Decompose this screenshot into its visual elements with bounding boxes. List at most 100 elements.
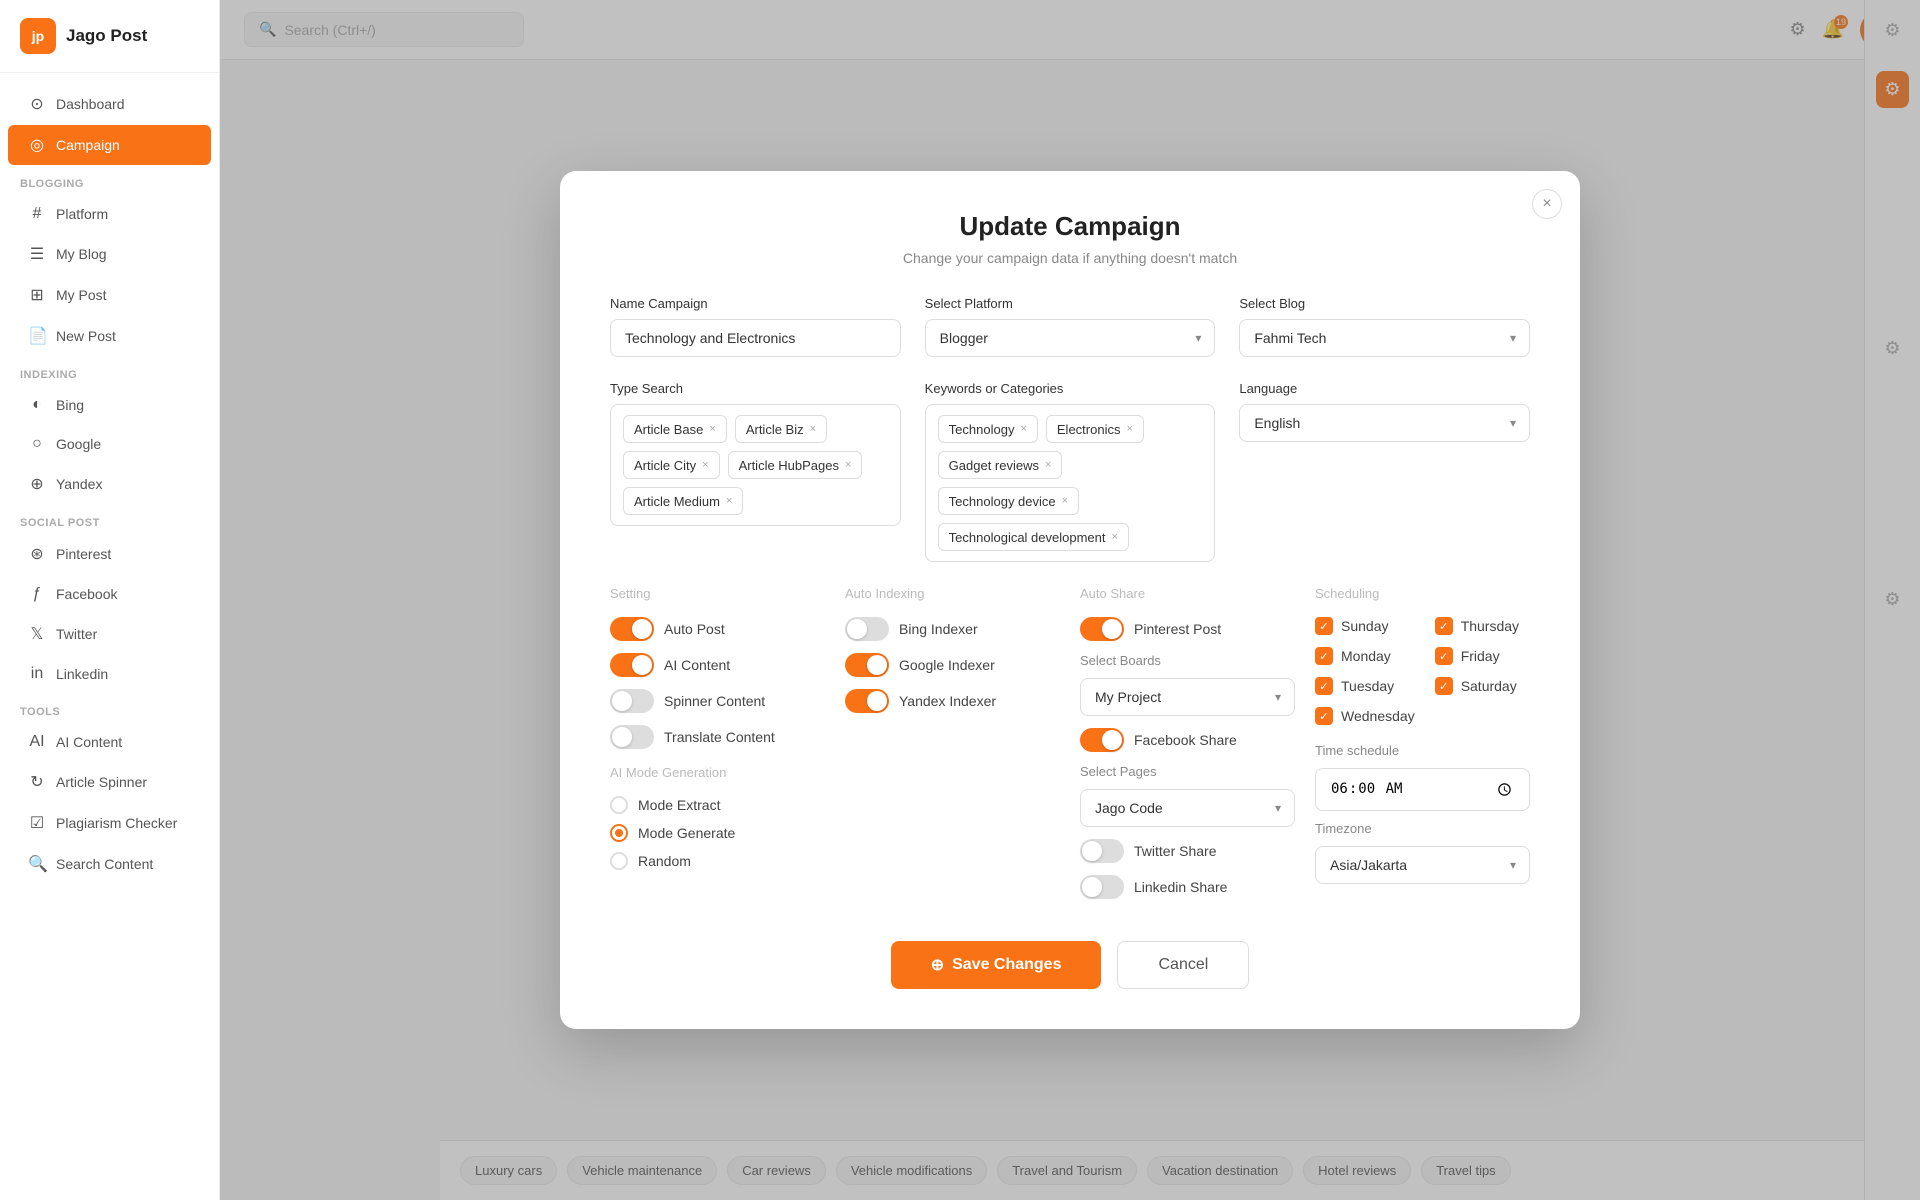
timezone-label: Timezone [1315, 821, 1530, 836]
sidebar-item-label: Dashboard [56, 96, 125, 112]
friday-label: Friday [1461, 648, 1500, 664]
tag-close-icon[interactable]: × [1045, 459, 1051, 471]
tag-technology: Technology× [938, 415, 1038, 443]
language-select[interactable]: English Indonesian [1239, 404, 1530, 442]
select-blog-wrapper: Fahmi Tech ▾ [1239, 319, 1530, 357]
sunday-checkbox[interactable]: ✓ [1315, 617, 1333, 635]
thursday-checkbox[interactable]: ✓ [1435, 617, 1453, 635]
sidebar-item-bing[interactable]: ◐ Bing [8, 386, 211, 424]
tag-close-icon[interactable]: × [726, 495, 732, 507]
toggle-translate-content: Translate Content [610, 725, 825, 749]
spinner-content-toggle[interactable] [610, 689, 654, 713]
tag-close-icon[interactable]: × [810, 423, 816, 435]
sidebar-item-dashboard[interactable]: ⊙ Dashboard [8, 84, 211, 124]
sidebar-item-twitter[interactable]: 𝕏 Twitter [8, 614, 211, 654]
tag-technology-device: Technology device× [938, 487, 1079, 515]
auto-indexing-col: Auto Indexing Bing Indexer Google Indexe… [845, 586, 1060, 911]
sidebar-item-campaign[interactable]: ◎ Campaign [8, 125, 211, 165]
tag-technological-development: Technological development× [938, 523, 1129, 551]
sidebar-item-my-post[interactable]: ⊞ My Post [8, 275, 211, 315]
scheduling-title: Scheduling [1315, 586, 1530, 601]
tag-close-icon[interactable]: × [702, 459, 708, 471]
tag-electronics: Electronics× [1046, 415, 1144, 443]
sidebar-item-my-blog[interactable]: ☰ My Blog [8, 234, 211, 274]
day-tuesday: ✓ Tuesday [1315, 677, 1415, 695]
mode-extract-radio[interactable] [610, 796, 628, 814]
plagiarism-icon: ☑ [28, 813, 46, 833]
twitter-share-label: Twitter Share [1134, 843, 1216, 859]
tag-close-icon[interactable]: × [709, 423, 715, 435]
tag-close-icon[interactable]: × [1062, 495, 1068, 507]
time-schedule-input[interactable] [1315, 768, 1530, 811]
platform-icon: # [28, 205, 46, 223]
twitter-icon: 𝕏 [28, 624, 46, 644]
pinterest-post-toggle[interactable] [1080, 617, 1124, 641]
friday-checkbox[interactable]: ✓ [1435, 647, 1453, 665]
tag-close-icon[interactable]: × [845, 459, 851, 471]
select-platform-select[interactable]: Blogger WordPress [925, 319, 1216, 357]
random-radio[interactable] [610, 852, 628, 870]
tuesday-checkbox[interactable]: ✓ [1315, 677, 1333, 695]
scheduling-col: Scheduling ✓ Sunday ✓ Thursday ✓ [1315, 586, 1530, 911]
sidebar-item-platform[interactable]: # Platform [8, 195, 211, 233]
sidebar-item-article-spinner[interactable]: ↻ Article Spinner [8, 762, 211, 802]
sidebar-item-yandex[interactable]: ⊕ Yandex [8, 464, 211, 504]
select-blog-select[interactable]: Fahmi Tech [1239, 319, 1530, 357]
sidebar-item-label: Pinterest [56, 546, 111, 562]
facebook-share-toggle[interactable] [1080, 728, 1124, 752]
yandex-indexer-label: Yandex Indexer [899, 693, 996, 709]
timezone-select-wrapper: Asia/Jakarta UTC ▾ [1315, 846, 1530, 884]
select-boards-select[interactable]: My Project [1080, 678, 1295, 716]
tag-close-icon[interactable]: × [1126, 423, 1132, 435]
sidebar-item-plagiarism[interactable]: ☑ Plagiarism Checker [8, 803, 211, 843]
modal-close-button[interactable]: × [1532, 189, 1562, 219]
sidebar-nav: ⊙ Dashboard ◎ Campaign BLOGGING # Platfo… [0, 73, 219, 1200]
select-boards-label: Select Boards [1080, 653, 1295, 668]
ai-content-label: AI Content [664, 657, 730, 673]
my-post-icon: ⊞ [28, 285, 46, 305]
sidebar-item-linkedin[interactable]: in Linkedin [8, 655, 211, 693]
timezone-select[interactable]: Asia/Jakarta UTC [1315, 846, 1530, 884]
name-campaign-input[interactable] [610, 319, 901, 357]
twitter-share-toggle[interactable] [1080, 839, 1124, 863]
keywords-tags-box[interactable]: Technology× Electronics× Gadget reviews×… [925, 404, 1216, 562]
auto-post-toggle[interactable] [610, 617, 654, 641]
save-changes-button[interactable]: ⊕ Save Changes [891, 941, 1102, 989]
sidebar-item-pinterest[interactable]: ⊛ Pinterest [8, 534, 211, 574]
select-pages-select[interactable]: Jago Code [1080, 789, 1295, 827]
linkedin-share-toggle[interactable] [1080, 875, 1124, 899]
section-label-blogging: BLOGGING [0, 166, 219, 194]
toggle-yandex-indexer: Yandex Indexer [845, 689, 1060, 713]
type-search-tags-box[interactable]: Article Base× Article Biz× Article City×… [610, 404, 901, 526]
translate-content-toggle[interactable] [610, 725, 654, 749]
radio-mode-generate: Mode Generate [610, 824, 825, 842]
day-saturday: ✓ Saturday [1435, 677, 1530, 695]
tag-article-biz: Article Biz× [735, 415, 827, 443]
sidebar-item-google[interactable]: ○ Google [8, 425, 211, 463]
monday-checkbox[interactable]: ✓ [1315, 647, 1333, 665]
sidebar-item-label: Twitter [56, 626, 97, 642]
sidebar-item-new-post[interactable]: 📄 New Post [8, 316, 211, 356]
keywords-group: Keywords or Categories Technology× Elect… [925, 381, 1216, 562]
wednesday-label: Wednesday [1341, 708, 1415, 724]
radio-random: Random [610, 852, 825, 870]
sidebar-item-ai-content[interactable]: AI AI Content [8, 723, 211, 761]
sidebar-item-label: My Post [56, 287, 107, 303]
yandex-indexer-toggle[interactable] [845, 689, 889, 713]
tag-close-icon[interactable]: × [1112, 531, 1118, 543]
tag-close-icon[interactable]: × [1020, 423, 1026, 435]
bing-indexer-toggle[interactable] [845, 617, 889, 641]
ai-content-toggle[interactable] [610, 653, 654, 677]
wednesday-checkbox[interactable]: ✓ [1315, 707, 1333, 725]
sidebar-item-search-content[interactable]: 🔍 Search Content [8, 844, 211, 884]
sidebar-item-facebook[interactable]: ƒ Facebook [8, 575, 211, 613]
dashboard-icon: ⊙ [28, 94, 46, 114]
ai-content-icon: AI [28, 733, 46, 751]
type-search-group: Type Search Article Base× Article Biz× A… [610, 381, 901, 562]
saturday-checkbox[interactable]: ✓ [1435, 677, 1453, 695]
sidebar: jp Jago Post ⊙ Dashboard ◎ Campaign BLOG… [0, 0, 220, 1200]
mode-generate-radio[interactable] [610, 824, 628, 842]
cancel-button[interactable]: Cancel [1117, 941, 1249, 989]
toggle-ai-content: AI Content [610, 653, 825, 677]
google-indexer-toggle[interactable] [845, 653, 889, 677]
